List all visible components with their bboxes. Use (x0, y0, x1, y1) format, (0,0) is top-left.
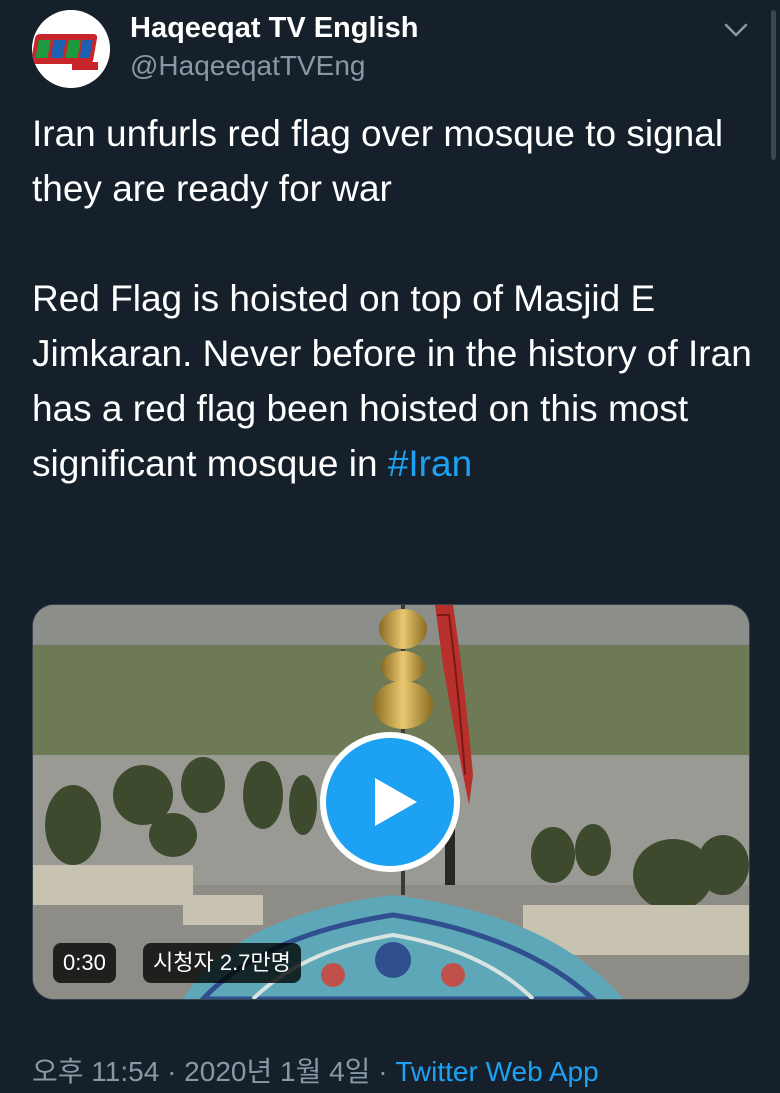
chevron-down-icon[interactable] (720, 14, 752, 46)
haqeeqat-tv-logo-icon (32, 10, 110, 88)
video-duration: 0:30 (53, 943, 116, 983)
meta-separator: · (370, 1056, 396, 1087)
view-count: 시청자 2.7만명 (143, 943, 301, 983)
tweet-meta: 오후 11:54 · 2020년 1월 4일 · Twitter Web App (32, 1050, 599, 1090)
tweet-body: Iran unfurls red flag over mosque to sig… (32, 113, 752, 484)
avatar[interactable] (32, 10, 110, 88)
play-icon (375, 778, 417, 826)
scrollbar[interactable] (771, 10, 776, 160)
timestamp[interactable]: 오후 11:54 · 2020년 1월 4일 (32, 1056, 370, 1087)
author-handle[interactable]: @HaqeeqatTVEng (130, 50, 365, 82)
hashtag-link[interactable]: #Iran (388, 443, 472, 484)
play-button[interactable] (320, 732, 460, 872)
video-player[interactable]: 0:30 시청자 2.7만명 (32, 604, 750, 1000)
tweet-header: Haqeeqat TV English @HaqeeqatTVEng (32, 10, 752, 90)
source-app-link[interactable]: Twitter Web App (395, 1056, 598, 1087)
tweet-text: Iran unfurls red flag over mosque to sig… (32, 106, 752, 491)
author-name[interactable]: Haqeeqat TV English (130, 12, 418, 45)
